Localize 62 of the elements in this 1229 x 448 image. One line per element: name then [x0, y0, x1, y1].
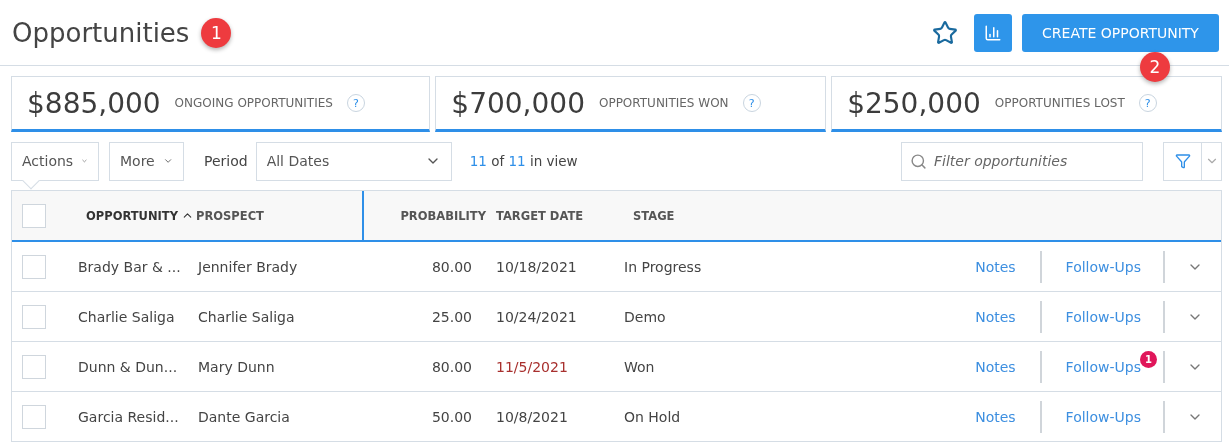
column-header[interactable]: TARGET DATE — [496, 191, 621, 240]
callout-badge: 2 — [1140, 51, 1170, 82]
notes-link[interactable]: Notes — [975, 408, 1016, 425]
table-cell-text: Dunn & Dun... — [77, 358, 179, 375]
stat-amount: $885,000 — [27, 86, 161, 120]
view-count: 11 of 11 in view — [469, 153, 578, 169]
table-cell-text: 80.00 — [430, 258, 473, 275]
table-cell-text: 11/5/2021 — [496, 358, 569, 375]
follow-ups-link[interactable]: Follow-Ups — [1065, 308, 1141, 325]
stat-label: OPPORTUNITIES LOST — [994, 96, 1125, 110]
column-header[interactable]: PROSPECT — [190, 191, 364, 240]
bar-chart-icon — [984, 23, 1002, 42]
table-cell-text: In Progress — [623, 258, 703, 275]
follow-ups-link[interactable]: Follow-Ups — [1065, 358, 1141, 375]
column-header[interactable]: STAGE — [621, 191, 1221, 240]
column-header[interactable]: PROBABILITY — [364, 191, 496, 240]
table-cell-text: Garcia Resid... — [77, 408, 180, 425]
table-cell-text: Dante Garcia — [197, 408, 291, 425]
table-cell-text: On Hold — [623, 408, 682, 425]
filter-icon — [1174, 153, 1191, 169]
notes-link[interactable]: Notes — [975, 308, 1016, 325]
row-checkbox[interactable] — [22, 254, 46, 279]
table-cell-text: Charlie Saliga — [77, 308, 176, 325]
search-field[interactable]: Filter opportunities — [901, 141, 1143, 181]
table-cell-text: Brady Bar & ... — [77, 258, 182, 275]
filter-menu-button[interactable] — [1202, 141, 1222, 181]
table-cell-text: 50.00 — [430, 408, 473, 425]
stat-amount: $250,000 — [847, 86, 981, 120]
table-cell-text: 10/24/2021 — [496, 308, 578, 325]
period-select[interactable]: All Dates — [255, 141, 452, 181]
more-dropdown[interactable]: More — [109, 141, 184, 181]
period-label: Period — [204, 153, 248, 169]
create-opportunity-button[interactable]: CREATE OPPORTUNITY — [1022, 13, 1219, 52]
table-cell-text: Charlie Saliga — [197, 308, 296, 325]
star-icon — [932, 19, 958, 46]
count-badge: 1 — [1140, 350, 1157, 368]
chart-button[interactable] — [974, 13, 1012, 52]
table-cell-text: 10/8/2021 — [496, 408, 569, 425]
table-cell-text: Mary Dunn — [197, 358, 276, 375]
page-title: Opportunities — [12, 17, 190, 48]
table-cell-text: 25.00 — [430, 308, 473, 325]
follow-ups-link[interactable]: Follow-Ups — [1065, 258, 1141, 275]
notes-link[interactable]: Notes — [975, 258, 1016, 275]
search-icon — [910, 152, 927, 170]
row-checkbox[interactable] — [22, 304, 46, 329]
filter-button[interactable] — [1163, 141, 1203, 181]
row-checkbox[interactable] — [22, 354, 46, 379]
notes-link[interactable]: Notes — [975, 358, 1016, 375]
select-all-checkbox[interactable] — [22, 203, 46, 228]
table-cell-text: 10/18/2021 — [496, 258, 578, 275]
stat-label: ONGOING OPPORTUNITIES — [174, 96, 333, 110]
actions-dropdown[interactable]: Actions — [11, 141, 99, 181]
table-cell-text: Jennifer Brady — [196, 258, 299, 275]
follow-ups-link[interactable]: Follow-Ups — [1065, 408, 1141, 425]
stat-amount: $700,000 — [451, 86, 585, 120]
table-cell-text: Won — [623, 358, 656, 375]
column-header[interactable]: OPPORTUNITY — [72, 191, 190, 240]
table-cell-text: 80.00 — [430, 358, 473, 375]
table-cell-text: Demo — [623, 308, 667, 325]
callout-badge: 1 — [201, 17, 232, 48]
row-checkbox[interactable] — [22, 404, 46, 429]
stat-label: OPPORTUNITIES WON — [598, 96, 729, 110]
